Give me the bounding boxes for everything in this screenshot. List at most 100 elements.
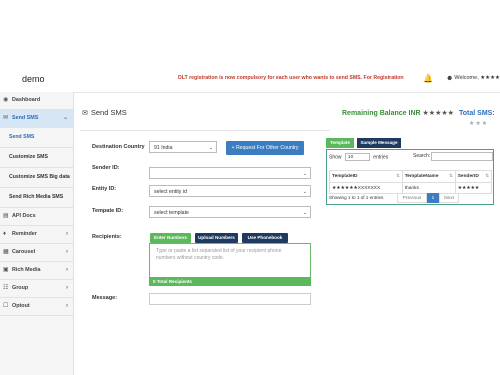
sidebar-item-dashboard[interactable]: ◉ Dashboard — [0, 92, 73, 110]
api-docs-icon: ▤ — [3, 213, 9, 219]
previous-button[interactable]: Previous — [397, 193, 427, 203]
template-id-value: select template — [154, 210, 189, 216]
next-button[interactable]: Next — [439, 193, 459, 203]
sort-icon: ⇅ — [448, 173, 453, 178]
carousel-icon: ▦ — [3, 249, 9, 255]
column-header-sender-id[interactable]: SenderID ⇅ — [454, 170, 493, 183]
page-1-button[interactable]: 1 — [427, 193, 439, 203]
main-content: ✉ Send SMS Remaining Balance INR ★★★★★ To… — [74, 92, 500, 375]
brand-logo[interactable]: demo — [22, 74, 45, 84]
column-label: SenderID — [457, 174, 479, 179]
show-label: Show — [329, 154, 342, 161]
showing-entries-text: Showing 1 to 1 of 1 entries — [329, 195, 384, 200]
sidebar-item-label: Optout — [12, 303, 30, 309]
sidebar-subitem-send-sms[interactable]: Send SMS — [0, 128, 73, 148]
chevron-right-icon: › — [66, 231, 68, 237]
column-header-template-id[interactable]: TemplateID ⇅ — [329, 170, 403, 183]
sort-icon: ⇅ — [395, 173, 400, 178]
chevron-right-icon: › — [66, 285, 68, 291]
sidebar-item-group[interactable]: ☷ Group › — [0, 280, 73, 298]
entity-id-select[interactable]: select entity id ⌄ — [149, 185, 311, 197]
sort-icon: ⇅ — [485, 173, 489, 178]
tab-template[interactable]: Template — [326, 138, 354, 148]
destination-country-value: 91 India — [154, 145, 173, 151]
tab-upload-numbers[interactable]: Upload Numbers — [195, 233, 238, 243]
sidebar-item-send-sms[interactable]: ✉ Send SMS ⌄ — [0, 110, 73, 128]
chevron-down-icon: ⌄ — [302, 171, 307, 177]
total-recipients-bar: 0 Total Recipients — [149, 277, 311, 286]
sidebar-item-carousel[interactable]: ▦ Carousel › — [0, 244, 73, 262]
remaining-balance: Remaining Balance INR ★★★★★ — [342, 109, 454, 117]
dashboard-icon: ◉ — [3, 97, 9, 103]
recipients-placeholder: Type or paste a list separated list of y… — [156, 248, 282, 261]
chevron-down-icon: ⌄ — [302, 189, 307, 195]
message-textarea[interactable] — [149, 293, 311, 305]
template-table-box: Show 10 entries Search: TemplateID ⇅ Temp… — [326, 149, 494, 205]
tab-sample-message[interactable]: Sample Message — [357, 138, 401, 148]
balance-value: ★★★★★ — [422, 110, 454, 117]
entries-label: entries — [373, 154, 389, 161]
sender-id-label: Sender ID: — [92, 165, 120, 171]
user-icon: ☻ — [446, 75, 454, 82]
bell-icon[interactable]: 🔔 — [423, 74, 433, 83]
column-label: TemplateName — [404, 174, 439, 179]
sidebar-item-label: Dashboard — [12, 97, 41, 103]
group-icon: ☷ — [3, 285, 9, 291]
sidebar-item-label: Send SMS — [12, 115, 39, 121]
search-input[interactable] — [431, 152, 493, 161]
column-label: TemplateID — [332, 174, 358, 179]
rich-media-icon: ▣ — [3, 267, 9, 273]
page-title-text: Send SMS — [90, 108, 127, 117]
cell-template-name: thanks — [401, 182, 456, 194]
sidebar-item-reminder[interactable]: ♦ Reminder › — [0, 226, 73, 244]
column-header-template-name[interactable]: TemplateName ⇅ — [401, 170, 456, 183]
table-row[interactable]: ★★★★★★XXXXXXX thanks ★★★★★ — [329, 182, 493, 194]
sidebar-item-api-docs[interactable]: ▤ API Docs — [0, 208, 73, 226]
template-id-select[interactable]: select template ⌄ — [149, 206, 311, 218]
tab-enter-numbers[interactable]: Enter Numbers — [150, 233, 191, 243]
sidebar-item-label: Reminder — [12, 231, 37, 237]
dlt-notice[interactable]: DLT registration is now compulsory for e… — [178, 75, 404, 81]
request-other-country-button[interactable]: + Request For Other Country — [226, 141, 304, 155]
entries-select[interactable]: 10 — [344, 153, 370, 161]
destination-country-label: Destination Country — [92, 144, 145, 150]
envelope-icon: ✉ — [82, 110, 88, 117]
top-bar: demo DLT registration is now compulsory … — [0, 0, 500, 93]
sender-id-select[interactable]: ⌄ — [149, 167, 311, 179]
template-table: TemplateID ⇅ TemplateName ⇅ SenderID ⇅ ★★★★… — [329, 170, 493, 194]
total-sms-value: ★★★ — [469, 121, 489, 127]
cell-template-id: ★★★★★★XXXXXXX — [329, 182, 403, 194]
optout-icon: ☐ — [3, 303, 9, 309]
sidebar-subitem-customize-sms-big-data[interactable]: Customize SMS Big data — [0, 168, 73, 188]
balance-label: Remaining Balance INR — [342, 110, 421, 117]
sidebar-item-label: Rich Media — [12, 267, 41, 273]
search-label: Search: — [413, 153, 431, 159]
sidebar: ◉ Dashboard ✉ Send SMS ⌄ Send SMS Custom… — [0, 92, 74, 375]
welcome-text: Welcome, ★★★★ — [454, 75, 500, 81]
divider — [80, 130, 330, 131]
table-header-row: TemplateID ⇅ TemplateName ⇅ SenderID ⇅ — [329, 170, 493, 183]
show-entries: Show 10 entries — [329, 153, 388, 161]
reminder-icon: ♦ — [3, 231, 7, 237]
chevron-right-icon: › — [66, 303, 68, 309]
destination-country-select[interactable]: 91 India ⌄ — [149, 141, 217, 153]
send-sms-icon: ✉ — [3, 115, 9, 121]
chevron-right-icon: › — [66, 249, 68, 255]
tab-use-phonebook[interactable]: Use Phonebook — [242, 233, 288, 243]
chevron-down-icon: ⌄ — [302, 210, 307, 216]
user-menu[interactable]: ☻Welcome, ★★★★ — [446, 75, 500, 82]
entries-value: 10 — [347, 155, 354, 160]
cell-sender-id: ★★★★★ — [454, 182, 493, 194]
sidebar-subitem-send-rich-media-sms[interactable]: Send Rich Media SMS — [0, 188, 73, 208]
sidebar-item-label: Group — [12, 285, 29, 291]
sidebar-item-rich-media[interactable]: ▣ Rich Media › — [0, 262, 73, 280]
sidebar-item-optout[interactable]: ☐ Optout › — [0, 298, 73, 316]
chevron-down-icon: ⌄ — [208, 145, 213, 151]
message-label: Message: — [92, 295, 118, 301]
sidebar-item-label: API Docs — [12, 213, 36, 219]
recipients-label: Recipients: — [92, 234, 122, 240]
chevron-right-icon: › — [66, 267, 68, 273]
entity-id-value: select entity id — [154, 189, 187, 195]
sidebar-subitem-customize-sms[interactable]: Customize SMS — [0, 148, 73, 168]
page-title: ✉ Send SMS — [82, 108, 127, 117]
